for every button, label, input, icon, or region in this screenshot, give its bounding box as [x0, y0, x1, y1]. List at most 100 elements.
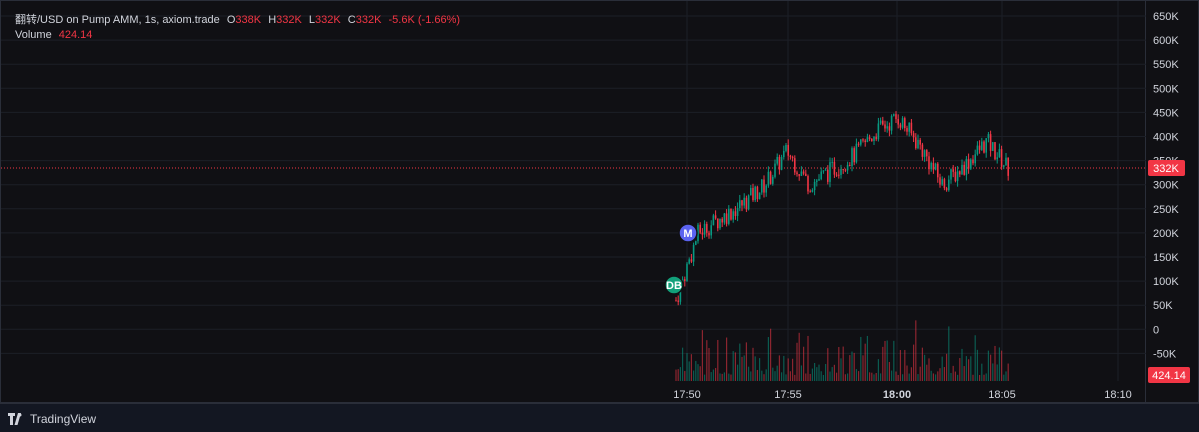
candle-body — [941, 179, 943, 185]
candle-body — [849, 164, 851, 167]
candle-body — [712, 215, 715, 226]
volume-bar — [943, 367, 945, 381]
volume-bar — [965, 356, 967, 381]
candle-body — [728, 208, 730, 224]
candle-body — [754, 186, 756, 201]
time-tick-label: 17:50 — [673, 389, 701, 401]
candle-body — [813, 181, 816, 191]
legend-volume-value: 424.14 — [58, 29, 93, 41]
volume-bar — [897, 374, 899, 381]
volume-bar — [869, 372, 871, 381]
candle-body — [884, 124, 886, 129]
candle-body — [778, 156, 781, 170]
volume-bar — [919, 366, 921, 381]
volume-bar — [811, 368, 813, 381]
volume-bar — [849, 355, 851, 381]
volume-bar — [985, 373, 987, 381]
legend-open-value: 338K — [235, 14, 262, 26]
candle-body — [873, 136, 875, 141]
candle-body — [791, 156, 794, 159]
volume-bar — [937, 371, 939, 381]
tradingview-logo[interactable]: TradingView — [8, 412, 96, 426]
volume-bar — [816, 367, 818, 381]
tradingview-brand: TradingView — [30, 412, 97, 426]
trade-marker-db[interactable]: DB — [664, 275, 684, 295]
candle-body — [908, 122, 910, 132]
legend-change: -5.6K (-1.66%) — [388, 14, 461, 26]
volume-bar — [783, 355, 785, 381]
volume-bar — [693, 370, 695, 381]
volume-bar — [774, 371, 776, 381]
candle-body — [765, 185, 767, 193]
candle-body — [857, 143, 860, 145]
price-axis[interactable]: 650K600K550K500K450K400K350K300K250K200K… — [1146, 0, 1199, 403]
candle-body — [787, 144, 789, 156]
candle-body — [926, 150, 928, 157]
volume-bar — [748, 366, 750, 381]
candle-body — [950, 169, 952, 180]
volume-bar — [756, 369, 758, 381]
price-tick-label: 200K — [1153, 228, 1179, 240]
volume-bar — [750, 371, 752, 381]
volume-bar — [992, 363, 994, 381]
candle-body — [923, 150, 926, 157]
volume-bar — [728, 373, 730, 381]
volume-bar — [710, 372, 712, 381]
volume-bar — [952, 365, 954, 381]
trade-marker-m[interactable]: M — [678, 223, 698, 243]
candle-body — [807, 176, 809, 192]
candle-body — [866, 137, 869, 143]
volume-bar — [800, 365, 802, 381]
candle-body — [677, 300, 679, 302]
candle-body — [816, 180, 818, 182]
candle-body — [820, 171, 822, 180]
price-tick-label: 650K — [1153, 11, 1179, 23]
volume-bar — [732, 351, 734, 381]
legend-symbol[interactable]: 翻转/USD on Pump AMM, 1s, axiom.trade — [15, 14, 220, 26]
candle-body — [994, 142, 996, 160]
volume-bar — [690, 354, 692, 381]
candle-body — [895, 114, 897, 120]
chart-legend: 翻转/USD on Pump AMM, 1s, axiom.trade O338… — [15, 13, 460, 43]
candle-body — [708, 232, 710, 236]
volume-bar — [721, 373, 723, 381]
price-tick-label: 400K — [1153, 132, 1179, 144]
candle-body — [745, 197, 748, 210]
legend-low-value: 332K — [315, 14, 341, 26]
volume-bar — [908, 373, 910, 381]
chart-pane[interactable]: 17:50 17:55 18:00 18:05 18:10 M DB 翻转/USD on P… — [0, 0, 1147, 404]
legend-volume-label[interactable]: Volume — [15, 29, 52, 41]
volume-bar — [820, 371, 822, 381]
price-chart[interactable]: 17:50 17:55 18:00 18:05 18:10 M DB — [1, 1, 1147, 404]
candle-body — [893, 114, 895, 116]
volume-bar — [743, 355, 745, 381]
volume-bar — [1007, 363, 1009, 381]
volume-bar — [745, 342, 747, 381]
volume-bar — [739, 343, 741, 381]
volume-bar — [946, 353, 948, 381]
volume-bar — [847, 373, 849, 381]
time-tick-label: 18:00 — [883, 389, 911, 401]
volume-bar — [679, 367, 681, 381]
candle-body — [983, 141, 985, 153]
volume-bar — [990, 354, 992, 381]
volume-bar — [853, 352, 855, 381]
volume-bar — [972, 374, 974, 381]
candle-body — [684, 279, 686, 281]
candle-body — [862, 139, 864, 141]
candle-body — [690, 259, 693, 262]
volume-bar — [1001, 350, 1003, 381]
candle-body — [877, 123, 880, 140]
volume-bar — [767, 337, 769, 381]
candle-body — [719, 218, 721, 229]
volume-bar — [781, 372, 783, 381]
volume-bar — [884, 340, 886, 381]
candle-body — [939, 177, 941, 185]
volume-bar — [778, 355, 780, 381]
volume-bar — [871, 372, 873, 381]
price-tick-label: 500K — [1153, 83, 1179, 95]
current-price-badge-text: 332K — [1153, 163, 1179, 175]
candle-body — [838, 174, 840, 176]
volume-bar — [695, 360, 697, 381]
candle-body — [844, 169, 847, 171]
